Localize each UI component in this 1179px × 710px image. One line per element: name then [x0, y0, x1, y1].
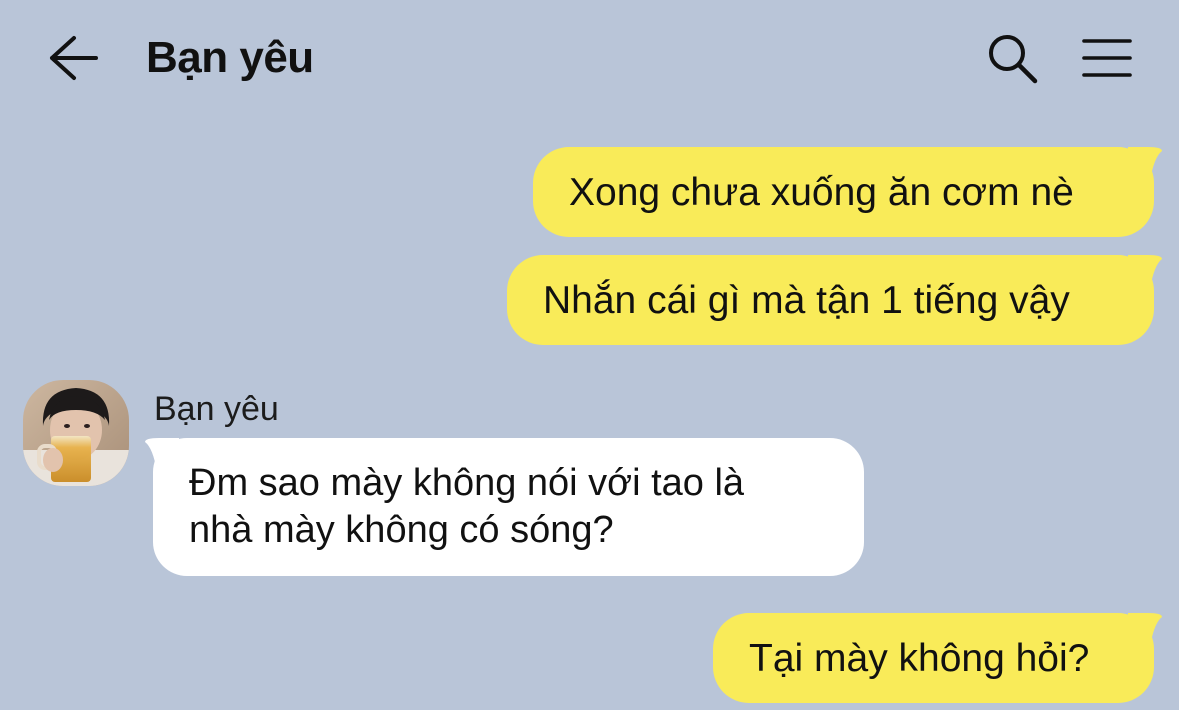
outgoing-message[interactable]: Nhắn cái gì mà tận 1 tiếng vậy: [507, 255, 1162, 345]
avatar-photo: [23, 380, 129, 486]
menu-button[interactable]: [1074, 26, 1140, 90]
search-button[interactable]: [980, 26, 1044, 90]
hamburger-menu-icon: [1082, 39, 1132, 77]
outgoing-message[interactable]: Tại mày không hỏi?: [713, 613, 1162, 703]
message-text-line: Đm sao mày không nói với tao là: [189, 462, 745, 504]
chat-title: Bạn yêu: [146, 33, 314, 82]
bubble-tail: [145, 438, 179, 472]
outgoing-message[interactable]: Xong chưa xuống ăn cơm nè: [533, 147, 1162, 237]
search-icon: [989, 35, 1038, 84]
message-text: Nhắn cái gì mà tận 1 tiếng vậy: [543, 278, 1070, 322]
bubble-tail: [1128, 147, 1162, 181]
sender-name: Bạn yêu: [154, 390, 279, 428]
bubble-tail: [1128, 613, 1162, 647]
chat-header: Bạn yêu: [0, 0, 1179, 115]
message-text: Xong chưa xuống ăn cơm nè: [569, 170, 1074, 214]
avatar[interactable]: [23, 380, 129, 486]
back-button[interactable]: [40, 28, 104, 88]
incoming-message[interactable]: Đm sao mày không nói với tao là nhà mày …: [145, 438, 864, 576]
message-text: Tại mày không hỏi?: [749, 636, 1090, 680]
bubble-tail: [1128, 255, 1162, 289]
message-text-line: nhà mày không có sóng?: [189, 509, 614, 551]
arrow-left-icon: [50, 36, 98, 80]
